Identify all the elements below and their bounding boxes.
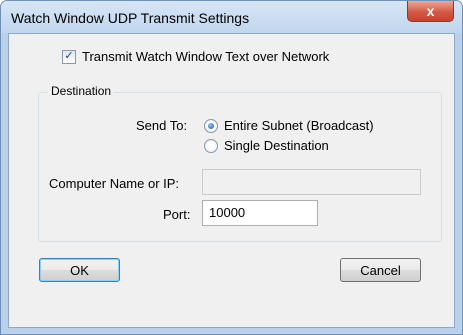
transmit-checkbox-row[interactable]: ✓ Transmit Watch Window Text over Networ…: [62, 49, 329, 64]
dialog-client-area: ✓ Transmit Watch Window Text over Networ…: [8, 33, 455, 328]
computer-name-label: Computer Name or IP:: [49, 176, 180, 191]
port-input[interactable]: 10000: [202, 200, 318, 226]
radio-single-destination[interactable]: Single Destination: [204, 138, 329, 153]
close-icon: x: [426, 3, 435, 19]
close-button[interactable]: x: [407, 1, 454, 22]
dialog-window: Watch Window UDP Transmit Settings x ✓ T…: [0, 0, 463, 335]
destination-legend: Destination: [48, 84, 115, 98]
radio-broadcast-button[interactable]: [204, 118, 218, 133]
transmit-checkbox[interactable]: ✓: [62, 49, 76, 64]
radio-single-destination-button[interactable]: [204, 138, 218, 153]
computer-name-input[interactable]: [202, 169, 421, 195]
radio-broadcast[interactable]: Entire Subnet (Broadcast): [204, 118, 374, 133]
radio-broadcast-label: Entire Subnet (Broadcast): [224, 118, 374, 133]
transmit-checkbox-label: Transmit Watch Window Text over Network: [82, 49, 330, 64]
send-to-label: Send To:: [136, 118, 188, 133]
check-icon: ✓: [64, 50, 74, 62]
radio-single-destination-label: Single Destination: [224, 138, 329, 153]
cancel-button[interactable]: Cancel: [340, 258, 421, 282]
radio-selected-icon: [208, 122, 214, 129]
ok-button[interactable]: OK: [39, 258, 120, 282]
title-bar[interactable]: Watch Window UDP Transmit Settings x: [1, 1, 462, 33]
window-title: Watch Window UDP Transmit Settings: [11, 10, 250, 26]
port-label: Port:: [163, 207, 191, 222]
